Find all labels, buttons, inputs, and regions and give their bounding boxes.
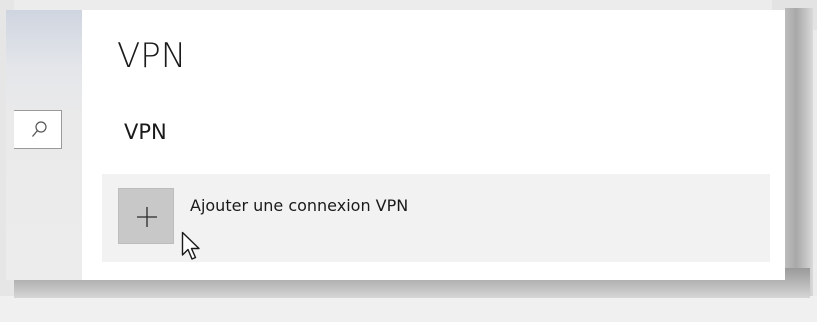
add-vpn-label: Ajouter une connexion VPN (190, 196, 409, 215)
mouse-cursor-icon (181, 231, 200, 260)
plus-icon (137, 207, 157, 227)
backdrop-bottom (0, 296, 817, 322)
settings-window: VPN VPN Ajouter une connexion VPN (6, 10, 785, 280)
navigation-pane (6, 10, 82, 280)
window-shadow-right (785, 8, 813, 296)
section-title: VPN (124, 120, 167, 144)
page-title: VPN (117, 36, 187, 76)
search-box[interactable] (14, 110, 62, 149)
add-vpn-tile[interactable] (118, 188, 174, 244)
search-icon (32, 121, 47, 137)
